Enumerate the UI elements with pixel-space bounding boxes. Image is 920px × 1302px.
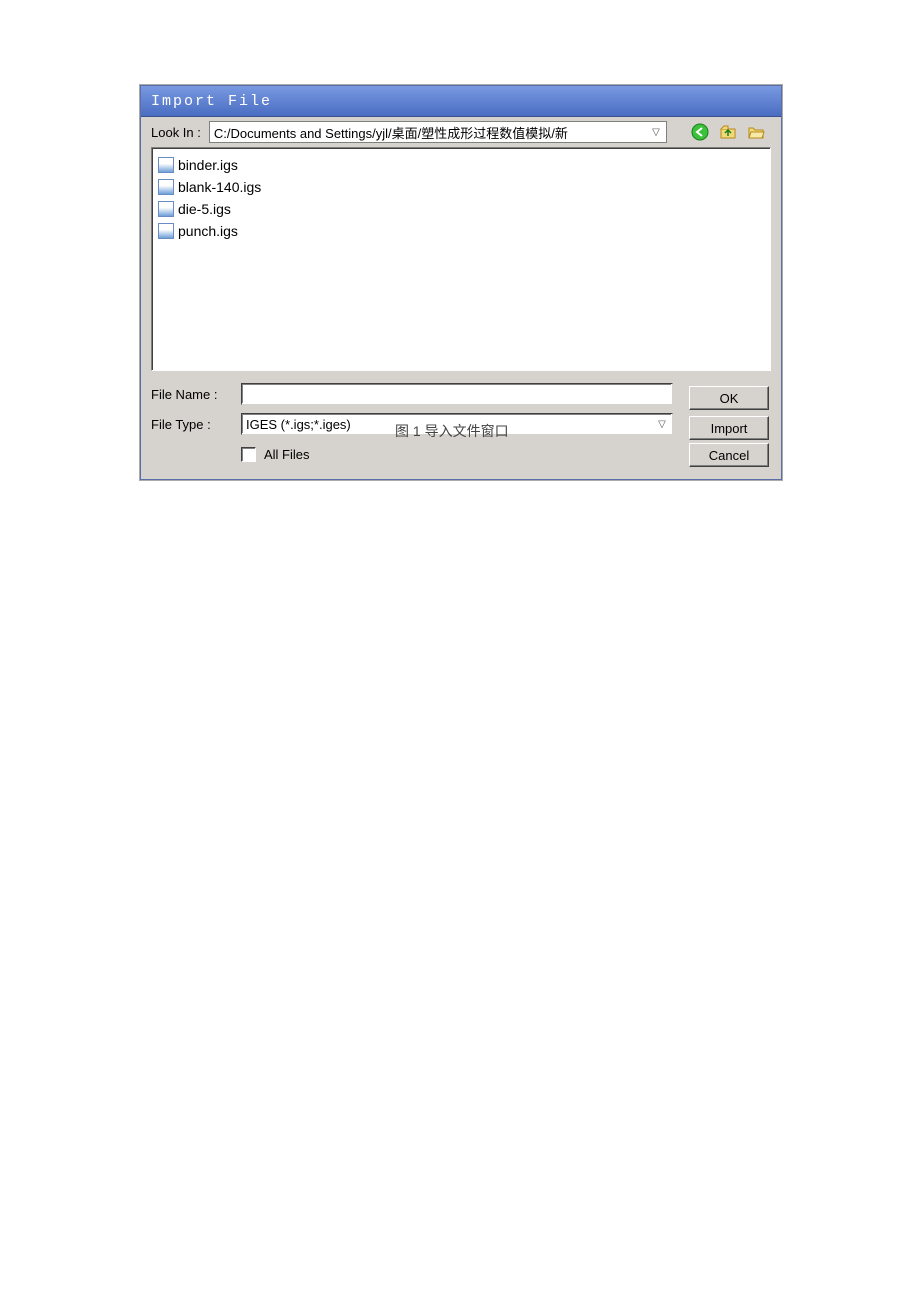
list-item[interactable]: binder.igs bbox=[158, 154, 764, 176]
file-label: punch.igs bbox=[178, 223, 238, 239]
import-button[interactable]: Import bbox=[689, 416, 769, 440]
all-files-checkbox[interactable] bbox=[241, 447, 256, 462]
ok-button[interactable]: OK bbox=[689, 386, 769, 410]
file-label: die-5.igs bbox=[178, 201, 231, 217]
look-in-path: C:/Documents and Settings/yjl/桌面/塑性成形过程数… bbox=[214, 123, 648, 142]
file-icon bbox=[158, 201, 174, 217]
cancel-button[interactable]: Cancel bbox=[689, 443, 769, 467]
nav-icons bbox=[675, 123, 773, 141]
file-icon bbox=[158, 223, 174, 239]
file-icon bbox=[158, 179, 174, 195]
list-item[interactable]: die-5.igs bbox=[158, 198, 764, 220]
look-in-dropdown[interactable]: C:/Documents and Settings/yjl/桌面/塑性成形过程数… bbox=[209, 121, 667, 143]
file-icon bbox=[158, 157, 174, 173]
import-file-dialog: Import File Look In : C:/Documents and S… bbox=[140, 85, 782, 480]
titlebar: Import File bbox=[141, 86, 781, 117]
list-item[interactable]: punch.igs bbox=[158, 220, 764, 242]
open-folder-icon[interactable] bbox=[747, 123, 765, 141]
bottom-area: File Name : OK File Type : IGES (*.igs;*… bbox=[141, 379, 781, 479]
file-label: binder.igs bbox=[178, 157, 238, 173]
look-in-label: Look In : bbox=[151, 125, 201, 140]
dialog-title: Import File bbox=[151, 93, 272, 110]
back-icon[interactable] bbox=[691, 123, 709, 141]
list-item[interactable]: blank-140.igs bbox=[158, 176, 764, 198]
all-files-label: All Files bbox=[264, 447, 310, 462]
chevron-down-icon: ▽ bbox=[648, 127, 664, 138]
chevron-down-icon: ▽ bbox=[654, 419, 670, 430]
up-folder-icon[interactable] bbox=[719, 123, 737, 141]
file-label: blank-140.igs bbox=[178, 179, 261, 195]
file-list[interactable]: binder.igs blank-140.igs die-5.igs punch… bbox=[151, 147, 771, 371]
file-type-select[interactable]: IGES (*.igs;*.iges) ▽ bbox=[241, 413, 673, 435]
file-name-label: File Name : bbox=[151, 387, 235, 402]
file-type-value: IGES (*.igs;*.iges) bbox=[246, 417, 351, 432]
file-name-input[interactable] bbox=[241, 383, 673, 405]
file-type-label: File Type : bbox=[151, 417, 235, 432]
look-in-row: Look In : C:/Documents and Settings/yjl/… bbox=[141, 117, 781, 147]
